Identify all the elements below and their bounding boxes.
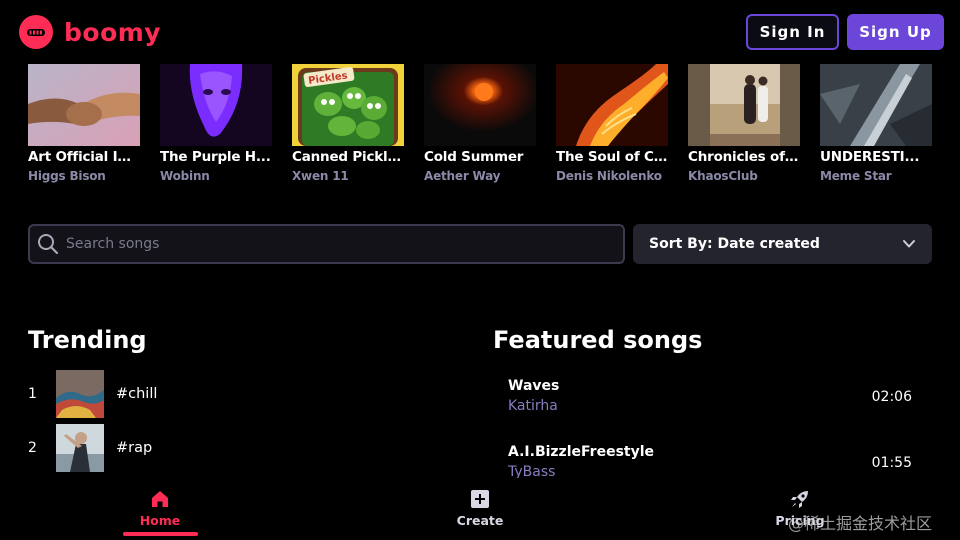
- album-cover[interactable]: [556, 64, 668, 146]
- album-artist[interactable]: Denis Nikolenko: [556, 169, 668, 183]
- album-title[interactable]: UNDERESTI...: [820, 149, 932, 165]
- search-box[interactable]: [28, 224, 625, 264]
- album-title[interactable]: Chronicles of ...: [688, 149, 800, 165]
- album-card[interactable]: Chronicles of ... KhaosClub: [688, 64, 800, 183]
- album-cover[interactable]: [820, 64, 932, 146]
- album-cover[interactable]: [688, 64, 800, 146]
- boomy-logo[interactable]: boomy: [18, 14, 161, 50]
- trending-item[interactable]: 2 #rap: [28, 424, 152, 472]
- search-icon: [38, 234, 59, 255]
- rocket-icon: [791, 491, 808, 508]
- album-carousel: Art Official In... Higgs Bison The Purpl…: [28, 64, 960, 190]
- featured-song[interactable]: A.I.BizzleFreestyle TyBass 01:55: [508, 444, 912, 480]
- album-card[interactable]: Pickles Canned Pickles Xwen 11: [292, 64, 404, 183]
- album-artist[interactable]: Meme Star: [820, 169, 932, 183]
- active-tab-indicator: [123, 532, 198, 536]
- trending-item[interactable]: 1 #chill: [28, 370, 157, 418]
- sort-dropdown[interactable]: Sort By: Date created: [633, 224, 932, 264]
- home-icon: [152, 491, 168, 507]
- search-input[interactable]: [66, 236, 586, 252]
- song-artist[interactable]: Katirha: [508, 398, 912, 414]
- album-title[interactable]: The Soul of C...: [556, 149, 668, 165]
- song-title[interactable]: A.I.BizzleFreestyle: [508, 444, 912, 460]
- nav-create-label: Create: [456, 513, 504, 528]
- album-card[interactable]: UNDERESTI... Meme Star: [820, 64, 932, 183]
- album-title[interactable]: Art Official In...: [28, 149, 140, 165]
- trending-tag[interactable]: #chill: [116, 386, 157, 402]
- featured-title: Featured songs: [493, 326, 703, 354]
- nav-create[interactable]: Create: [435, 488, 525, 528]
- album-cover[interactable]: [424, 64, 536, 146]
- album-card[interactable]: Cold Summer Aether Way: [424, 64, 536, 183]
- nav-home[interactable]: Home: [115, 488, 205, 528]
- trending-thumbnail[interactable]: [56, 370, 104, 418]
- sign-up-button[interactable]: Sign Up: [847, 14, 944, 50]
- album-title[interactable]: The Purple H...: [160, 149, 272, 165]
- plus-square-icon: [471, 490, 489, 508]
- sign-in-button[interactable]: Sign In: [746, 14, 839, 50]
- song-duration: 01:55: [871, 455, 912, 471]
- song-title[interactable]: Waves: [508, 378, 912, 394]
- album-title[interactable]: Cold Summer: [424, 149, 536, 165]
- logo-text: boomy: [64, 17, 162, 47]
- trending-title: Trending: [28, 326, 147, 354]
- trending-thumbnail[interactable]: [56, 424, 104, 472]
- boomy-logo-icon: [19, 15, 53, 49]
- album-cover[interactable]: [28, 64, 140, 146]
- song-duration: 02:06: [871, 389, 912, 405]
- album-artist[interactable]: Xwen 11: [292, 169, 404, 183]
- album-artist[interactable]: KhaosClub: [688, 169, 800, 183]
- album-card[interactable]: Art Official In... Higgs Bison: [28, 64, 140, 183]
- trending-rank: 1: [28, 386, 37, 402]
- album-cover[interactable]: [160, 64, 272, 146]
- watermark: @稀土掘金技术社区: [788, 514, 933, 533]
- album-cover[interactable]: Pickles: [292, 64, 404, 146]
- album-artist[interactable]: Higgs Bison: [28, 169, 140, 183]
- trending-tag[interactable]: #rap: [116, 440, 152, 456]
- sort-label: Sort By: Date created: [649, 236, 820, 252]
- album-title[interactable]: Canned Pickles: [292, 149, 404, 165]
- album-artist[interactable]: Wobinn: [160, 169, 272, 183]
- album-card[interactable]: The Soul of C... Denis Nikolenko: [556, 64, 668, 183]
- album-artist[interactable]: Aether Way: [424, 169, 536, 183]
- trending-rank: 2: [28, 440, 37, 456]
- album-card[interactable]: The Purple H... Wobinn: [160, 64, 272, 183]
- chevron-down-icon: [903, 240, 915, 248]
- featured-song[interactable]: Waves Katirha 02:06: [508, 378, 912, 414]
- nav-home-label: Home: [139, 513, 181, 528]
